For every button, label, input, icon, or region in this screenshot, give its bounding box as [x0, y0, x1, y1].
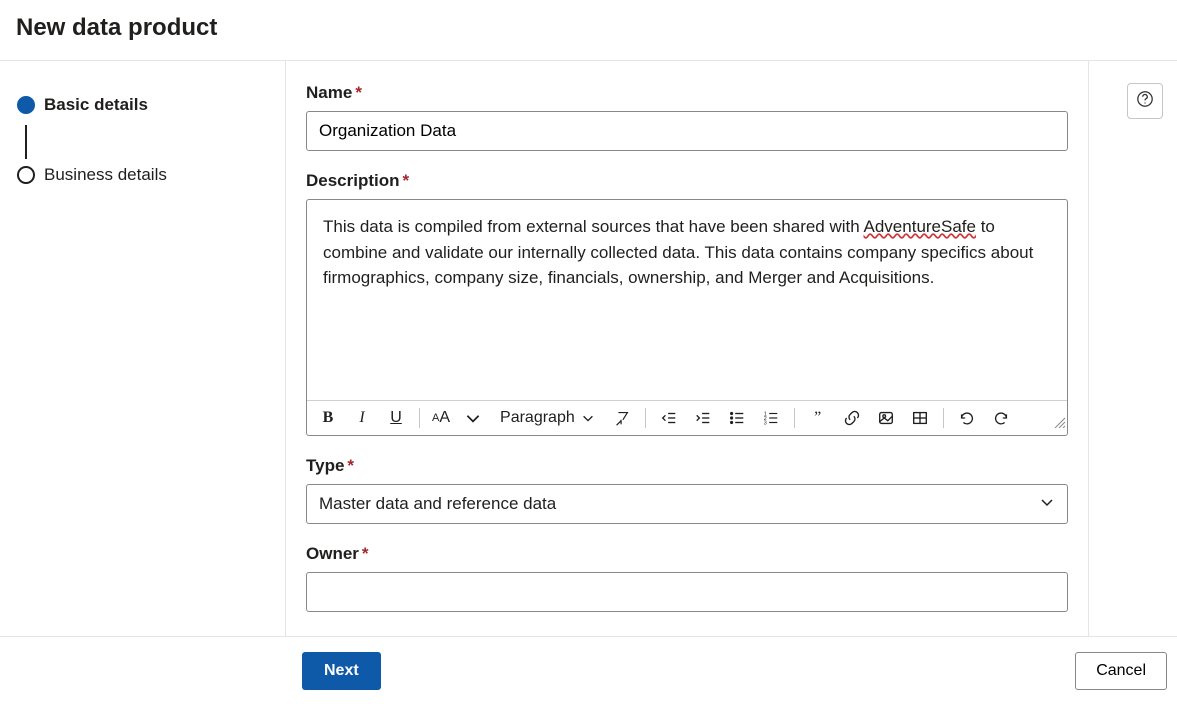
- paragraph-style-button[interactable]: Paragraph: [496, 409, 599, 427]
- description-editor: This data is compiled from external sour…: [306, 199, 1068, 436]
- step-label: Business details: [44, 165, 167, 185]
- quote-button[interactable]: ”: [807, 407, 829, 429]
- page-title: New data product: [16, 14, 1161, 42]
- description-label: Description*: [306, 171, 1068, 191]
- next-button[interactable]: Next: [302, 652, 381, 690]
- chevron-down-icon[interactable]: [462, 407, 484, 429]
- required-marker: *: [403, 171, 410, 190]
- required-marker: *: [355, 83, 362, 102]
- step-business-details[interactable]: Business details: [12, 159, 273, 191]
- undo-button[interactable]: [956, 407, 978, 429]
- help-button[interactable]: [1127, 83, 1163, 119]
- bullet-list-button[interactable]: [726, 407, 748, 429]
- clear-format-button[interactable]: [611, 407, 633, 429]
- help-icon: [1136, 90, 1154, 113]
- type-select[interactable]: Master data and reference data: [306, 484, 1068, 524]
- type-selected-value: Master data and reference data: [319, 494, 556, 514]
- image-button[interactable]: [875, 407, 897, 429]
- indent-button[interactable]: [692, 407, 714, 429]
- name-input[interactable]: [306, 111, 1068, 151]
- owner-input[interactable]: [306, 572, 1068, 612]
- required-marker: *: [362, 544, 369, 563]
- description-textarea[interactable]: This data is compiled from external sour…: [307, 200, 1067, 400]
- separator: [419, 408, 420, 428]
- step-nav: Basic details Business details: [0, 61, 285, 636]
- underline-button[interactable]: U: [385, 407, 407, 429]
- owner-label: Owner*: [306, 544, 1068, 564]
- footer: Next Cancel: [0, 636, 1177, 704]
- cancel-button[interactable]: Cancel: [1075, 652, 1167, 690]
- redo-button[interactable]: [990, 407, 1012, 429]
- resize-handle-icon[interactable]: [1053, 415, 1065, 433]
- outdent-button[interactable]: [658, 407, 680, 429]
- name-label: Name*: [306, 83, 1068, 103]
- table-button[interactable]: [909, 407, 931, 429]
- separator: [943, 408, 944, 428]
- italic-button[interactable]: I: [351, 407, 373, 429]
- svg-text:3: 3: [764, 420, 767, 426]
- form-area: Name* Description* This data is compiled…: [285, 61, 1089, 636]
- bold-button[interactable]: B: [317, 407, 339, 429]
- required-marker: *: [347, 456, 354, 475]
- step-basic-details[interactable]: Basic details: [12, 89, 273, 121]
- chevron-down-icon: [1039, 494, 1055, 515]
- step-dot-active-icon: [17, 96, 35, 114]
- step-dot-inactive-icon: [17, 166, 35, 184]
- separator: [794, 408, 795, 428]
- type-label: Type*: [306, 456, 1068, 476]
- separator: [645, 408, 646, 428]
- editor-toolbar: B I U AA Paragraph: [307, 400, 1067, 435]
- font-size-button[interactable]: AA: [432, 407, 450, 429]
- spellcheck-word: AdventureSafe: [864, 217, 976, 236]
- step-connector: [25, 125, 27, 159]
- step-label: Basic details: [44, 95, 148, 115]
- link-button[interactable]: [841, 407, 863, 429]
- number-list-button[interactable]: 123: [760, 407, 782, 429]
